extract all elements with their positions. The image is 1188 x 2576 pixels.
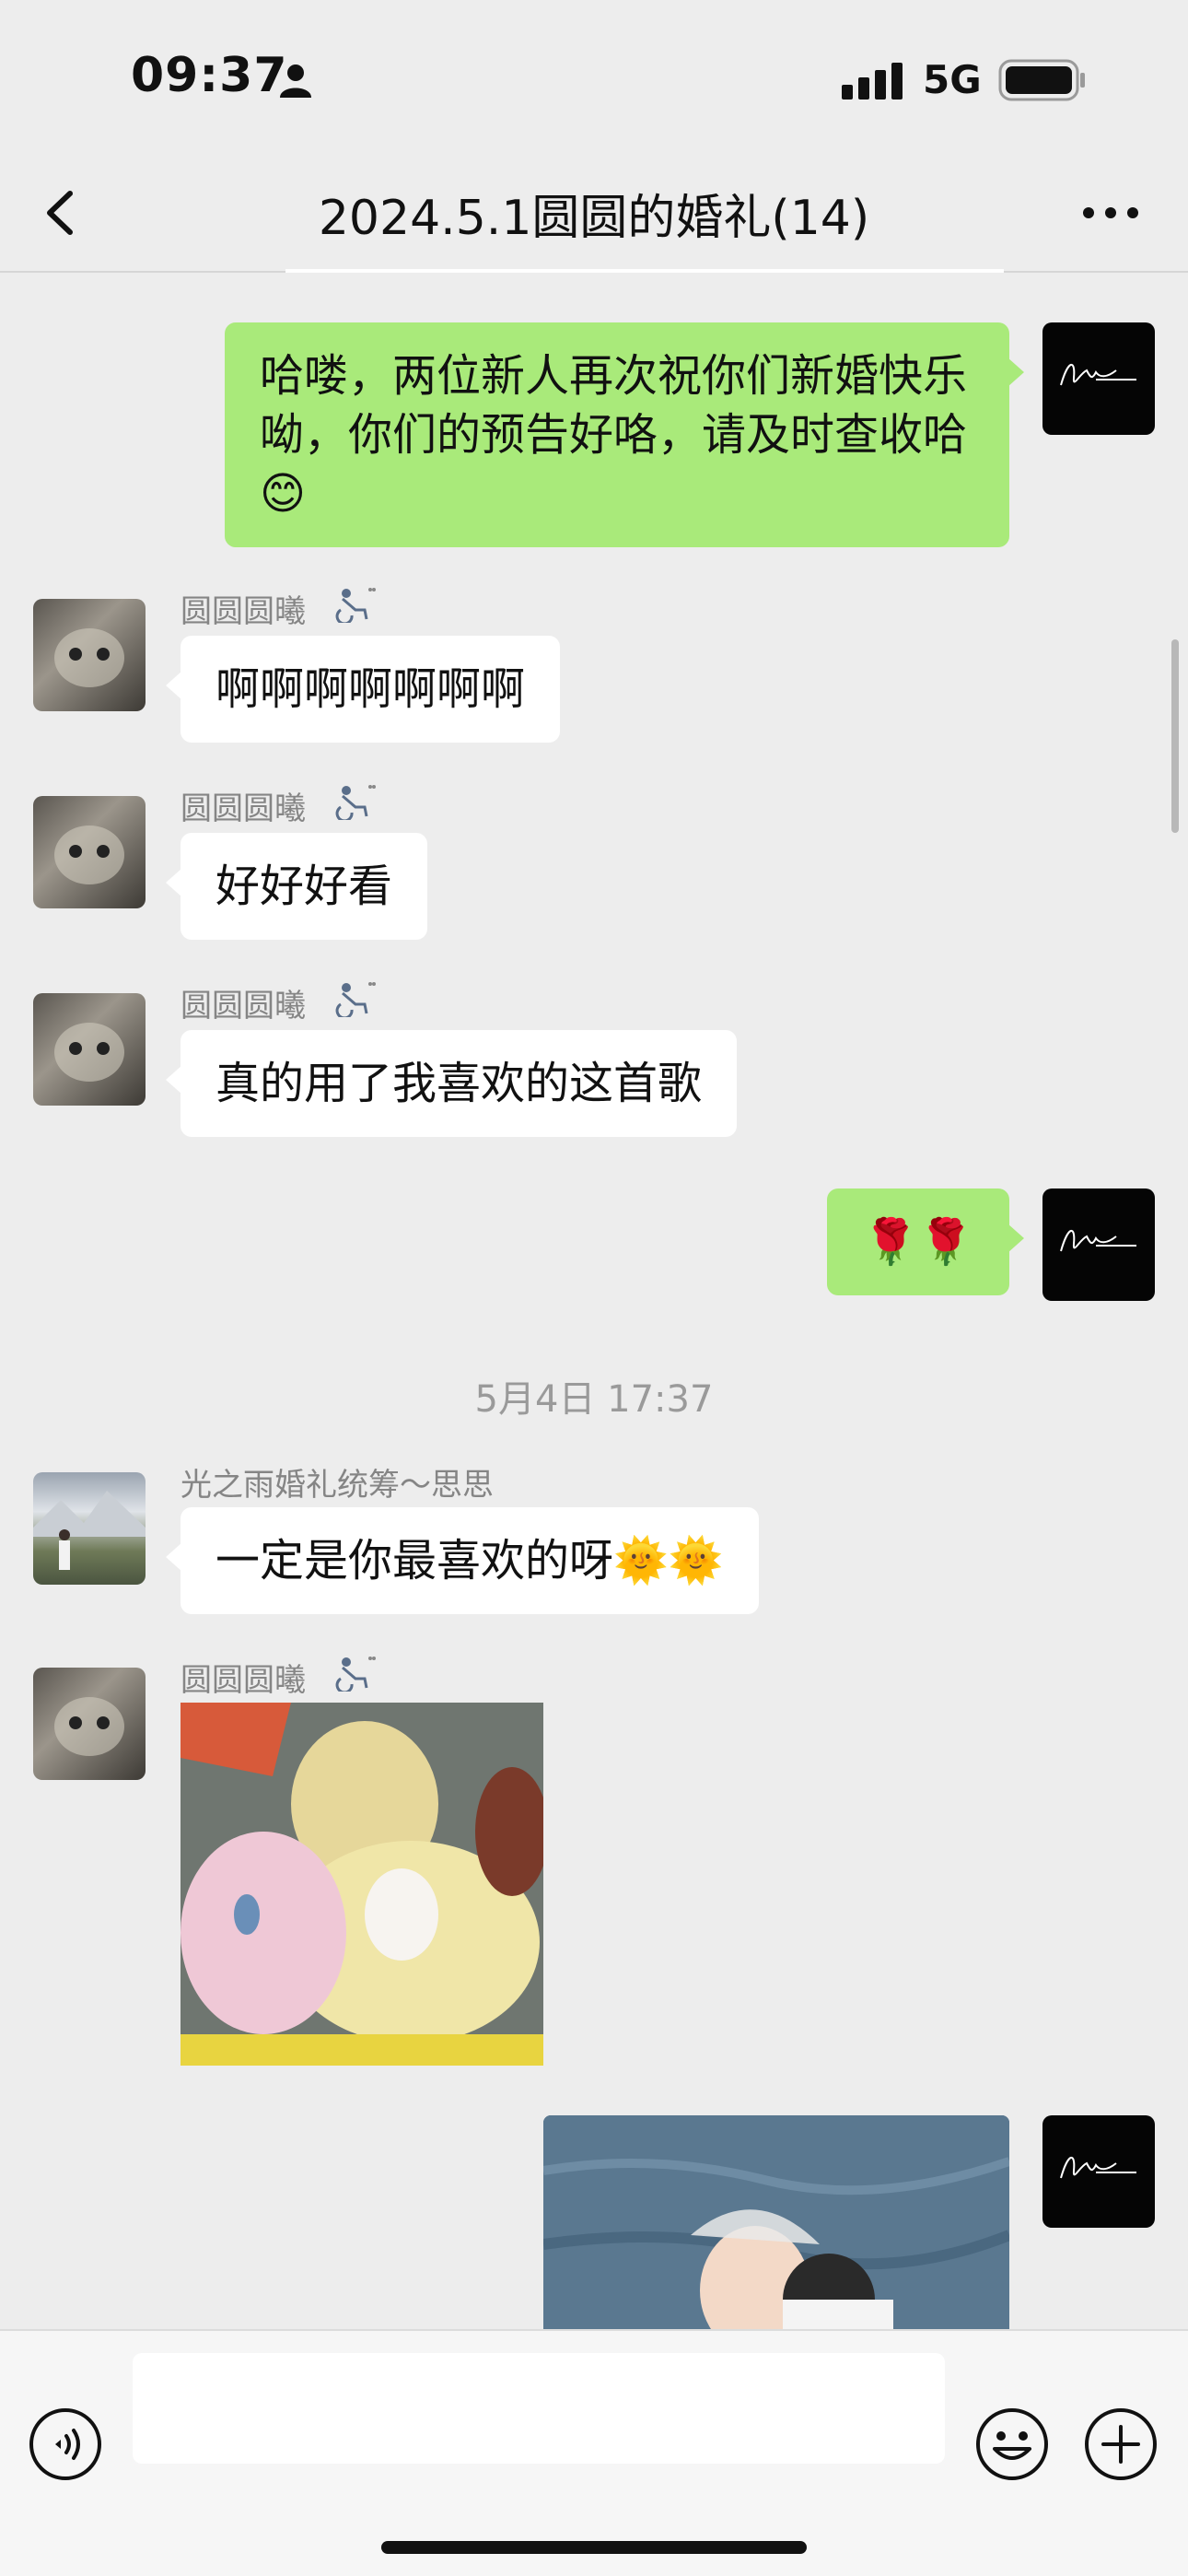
status-time: 09:37 — [131, 48, 288, 103]
sender-name: 圆圆圆曦 — [181, 1662, 306, 1699]
emoji-button[interactable] — [974, 2406, 1050, 2482]
header-divider — [285, 269, 1004, 273]
message-bubble-outgoing[interactable]: 哈喽，两位新人再次祝你们新婚快乐呦，你们的预告好咯，请及时查收哈😊 — [225, 322, 1024, 547]
person-photo-icon — [33, 1491, 146, 1570]
chat-timestamp: 5月4日 17:37 — [474, 1378, 714, 1421]
message-bubble-incoming[interactable]: 真的用了我喜欢的这首歌 — [165, 1030, 738, 1137]
status-bar: 09:37 5G — [0, 0, 1188, 157]
signal-icon — [842, 63, 903, 100]
scrollbar[interactable] — [1171, 639, 1179, 833]
more-options-button[interactable] — [1077, 181, 1144, 245]
wheelchair-tag-icon — [335, 785, 376, 820]
sticker-image[interactable] — [181, 1703, 543, 2066]
sender-name: 光之雨婚礼统筹～思思 — [181, 1467, 494, 1504]
more-functions-button[interactable] — [1083, 2406, 1159, 2482]
my-avatar[interactable] — [1042, 322, 1155, 435]
wedding-photo-message[interactable] — [543, 2115, 1009, 2329]
chat-header: 2024.5.1圆圆的婚礼(14) — [0, 157, 1188, 273]
my-avatar[interactable] — [1042, 1188, 1155, 1301]
home-indicator[interactable] — [381, 2541, 807, 2554]
voice-input-button[interactable] — [28, 2406, 103, 2482]
person-icon — [280, 64, 311, 98]
sender-name: 圆圆圆曦 — [181, 593, 306, 630]
input-bar — [0, 2329, 1188, 2576]
sender-avatar[interactable] — [33, 1472, 146, 1585]
message-bubble-incoming[interactable]: 好好好看 — [165, 833, 428, 940]
sender-avatar[interactable] — [33, 993, 146, 1106]
sender-avatar[interactable] — [33, 599, 146, 711]
sender-name: 圆圆圆曦 — [181, 988, 306, 1025]
battery-icon — [998, 59, 1085, 101]
cat-photo-icon — [54, 628, 124, 687]
sender-avatar[interactable] — [33, 1668, 146, 1780]
network-label: 5G — [923, 57, 982, 102]
message-bubble-incoming[interactable]: 啊啊啊啊啊啊啊 — [165, 636, 561, 743]
signature-logo-icon — [1060, 2157, 1136, 2179]
wheelchair-tag-icon — [335, 588, 376, 623]
wheelchair-tag-icon — [335, 982, 376, 1017]
cat-photo-icon — [54, 1023, 124, 1082]
message-bubble-outgoing[interactable]: 🌹🌹 — [827, 1188, 1024, 1295]
message-bubble-incoming[interactable]: 一定是你最喜欢的呀🌞🌞 — [166, 1507, 759, 1614]
sender-name: 圆圆圆曦 — [181, 790, 306, 827]
cat-photo-icon — [54, 825, 124, 884]
my-avatar[interactable] — [1042, 2115, 1155, 2228]
signature-logo-icon — [1060, 364, 1136, 386]
sender-avatar[interactable] — [33, 796, 146, 908]
wheelchair-tag-icon — [335, 1657, 376, 1692]
signature-logo-icon — [1060, 1230, 1136, 1252]
cat-photo-icon — [54, 1697, 124, 1756]
message-input[interactable] — [133, 2353, 945, 2464]
wedding-couple-image — [543, 2115, 1009, 2329]
plush-toys-image — [181, 1703, 543, 2066]
chat-title: 2024.5.1圆圆的婚礼(14) — [318, 191, 870, 246]
